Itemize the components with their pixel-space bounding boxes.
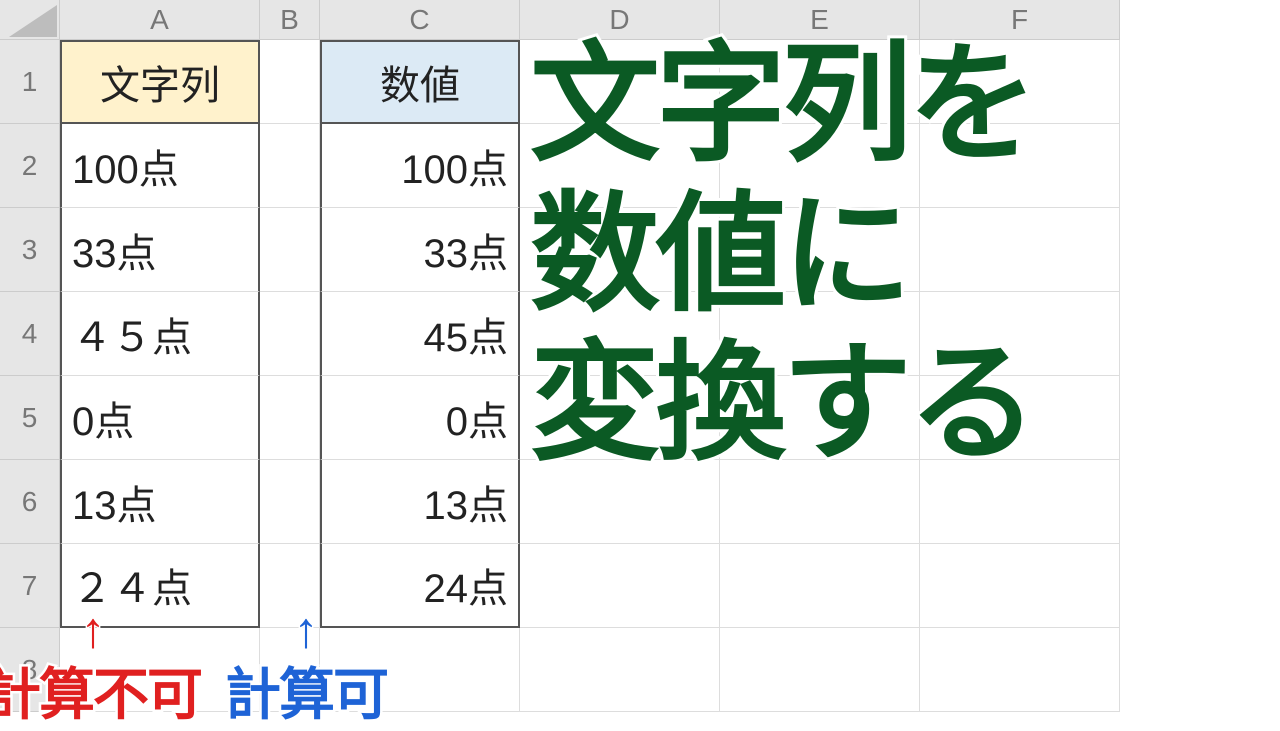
cell-D8[interactable] — [520, 628, 720, 712]
col-header-C[interactable]: C — [320, 0, 520, 40]
col-header-B[interactable]: B — [260, 0, 320, 40]
cell-C6[interactable]: 13点 — [320, 460, 520, 544]
cell-B6[interactable] — [260, 460, 320, 544]
cell-B3[interactable] — [260, 208, 320, 292]
annotation-red-label: 計算不可 — [0, 650, 201, 731]
cell-A6[interactable]: 13点 — [60, 460, 260, 544]
cell-B1[interactable] — [260, 40, 320, 124]
cell-B5[interactable] — [260, 376, 320, 460]
cell-F8[interactable] — [920, 628, 1120, 712]
cell-C1-header[interactable]: 数値 — [320, 40, 520, 124]
select-all-corner[interactable] — [0, 0, 60, 40]
cell-E8[interactable] — [720, 628, 920, 712]
row-header-4[interactable]: 4 — [0, 292, 60, 376]
cell-C2[interactable]: 100点 — [320, 124, 520, 208]
cell-C3[interactable]: 33点 — [320, 208, 520, 292]
cell-C4[interactable]: 45点 — [320, 292, 520, 376]
row-header-2[interactable]: 2 — [0, 124, 60, 208]
annotation-can-calculate: ↑ 計算可 — [225, 610, 387, 731]
row-header-6[interactable]: 6 — [0, 460, 60, 544]
annotation-cannot-calculate: ↑ 計算不可 — [0, 610, 201, 731]
arrow-up-icon: ↑ — [294, 610, 319, 650]
cell-B4[interactable] — [260, 292, 320, 376]
cell-A3[interactable]: 33点 — [60, 208, 260, 292]
row-header-1[interactable]: 1 — [0, 40, 60, 124]
cell-D7[interactable] — [520, 544, 720, 628]
arrow-up-icon: ↑ — [81, 610, 106, 650]
annotation-blue-label: 計算可 — [225, 650, 387, 731]
cell-C5[interactable]: 0点 — [320, 376, 520, 460]
cell-A5[interactable]: 0点 — [60, 376, 260, 460]
col-header-A[interactable]: A — [60, 0, 260, 40]
cell-A1-header[interactable]: 文字列 — [60, 40, 260, 124]
cell-F7[interactable] — [920, 544, 1120, 628]
cell-A2[interactable]: 100点 — [60, 124, 260, 208]
row-header-5[interactable]: 5 — [0, 376, 60, 460]
overlay-title: 文字列を 数値に 変換する — [530, 30, 1034, 479]
row-header-3[interactable]: 3 — [0, 208, 60, 292]
cell-B2[interactable] — [260, 124, 320, 208]
cell-A4[interactable]: ４５点 — [60, 292, 260, 376]
cell-E7[interactable] — [720, 544, 920, 628]
